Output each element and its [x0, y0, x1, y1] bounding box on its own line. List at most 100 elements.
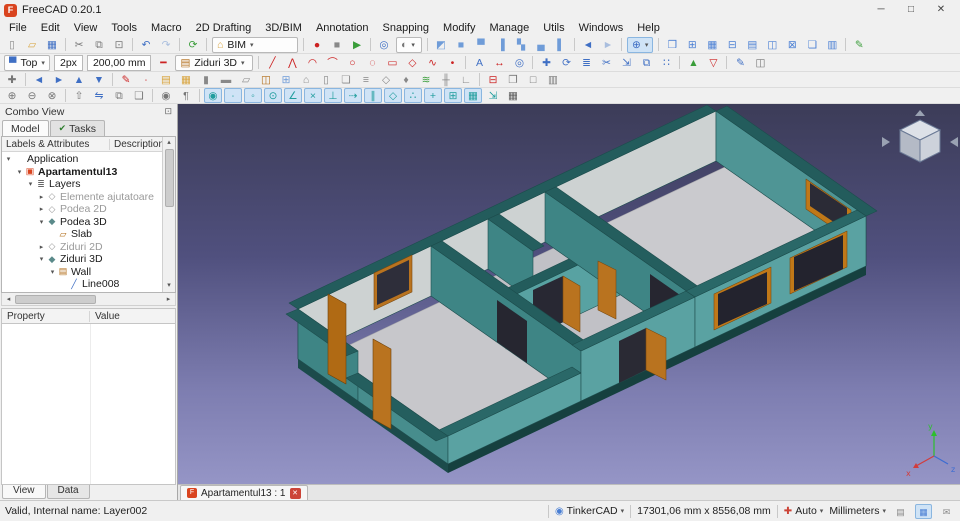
bim-pipe-icon[interactable]: ╫	[437, 72, 455, 87]
draft-point-icon[interactable]: •	[443, 55, 461, 70]
expander-open-icon[interactable]: ▾	[4, 155, 13, 163]
menu-3d-bim[interactable]: 3D/BIM	[258, 22, 309, 34]
snap-mode-selector[interactable]: ✚ Auto ▾	[784, 505, 824, 517]
draft-line-icon[interactable]: ╱	[263, 55, 281, 70]
annotation-styles-icon[interactable]: ¶	[177, 88, 195, 103]
bim-roof-icon[interactable]: ⌂	[297, 72, 315, 87]
close-button[interactable]: ✕	[926, 0, 956, 20]
bim-drawing-view-icon[interactable]: ❐	[504, 72, 522, 87]
redo-icon[interactable]: ↷	[157, 37, 175, 52]
expander-closed-icon[interactable]: ▸	[37, 243, 46, 251]
macro-record-icon[interactable]: ●	[308, 37, 326, 52]
scroll-up-icon[interactable]: ▴	[167, 137, 171, 149]
workbench-selector[interactable]: ⌂ BIM ▾	[212, 36, 298, 53]
units-selector[interactable]: Millimeters ▾	[829, 505, 886, 517]
sketch-edit-icon[interactable]: ✎	[850, 37, 868, 52]
document-tab[interactable]: F Apartamentul13 : 1 ✕	[180, 485, 308, 500]
snap-endpoint-icon[interactable]: ∙	[224, 88, 242, 103]
bim-levels-icon[interactable]: ⊞	[683, 37, 701, 52]
open-file-icon[interactable]: ▱	[23, 37, 41, 52]
working-plane-proxy-icon[interactable]: ◫	[751, 55, 769, 70]
bim-material-icon[interactable]: ◫	[763, 37, 781, 52]
bim-curtain-wall-icon[interactable]: ▦	[177, 72, 195, 87]
nudge-right-icon[interactable]: ►	[50, 72, 68, 87]
tree-item-apartamentul13[interactable]: ▾ ▣ Apartamentul13	[2, 166, 175, 179]
menu-annotation[interactable]: Annotation	[309, 22, 376, 34]
menu-view[interactable]: View	[67, 22, 105, 34]
tree-item-line008[interactable]: ╱ Line008	[2, 278, 175, 291]
scroll-left-icon[interactable]: ◂	[2, 295, 15, 303]
snap-grid-icon[interactable]: ⊞	[444, 88, 462, 103]
bim-section-plane-icon[interactable]: ⊟	[484, 72, 502, 87]
3d-view-canvas[interactable]: y x z	[178, 104, 960, 484]
expander-open-icon[interactable]: ▾	[26, 180, 35, 188]
bim-equipment-icon[interactable]: ♦	[397, 72, 415, 87]
scroll-right-icon[interactable]: ▸	[162, 295, 175, 303]
report-view-toggle-icon[interactable]: ▤	[892, 504, 909, 519]
fit-all-icon[interactable]: ◎	[375, 37, 393, 52]
menu-file[interactable]: File	[2, 22, 34, 34]
view-top-icon[interactable]: ▀	[472, 37, 490, 52]
minimize-button[interactable]: ─	[866, 0, 896, 20]
tree-item-slab[interactable]: ▱ Slab	[2, 228, 175, 241]
draft-offset-icon[interactable]: ≣	[577, 55, 595, 70]
copy-icon[interactable]: ⧉	[90, 37, 108, 52]
snap-near-icon[interactable]: ∴	[404, 88, 422, 103]
expander-open-icon[interactable]: ▾	[15, 168, 24, 176]
tab-model[interactable]: Model	[2, 120, 49, 136]
dimension-chip[interactable]: 200,00 mm	[86, 54, 152, 71]
boolean-intersection-icon[interactable]: ⊗	[43, 88, 61, 103]
tree-item-ziduri-2d[interactable]: ▸ ◇ Ziduri 2D	[2, 241, 175, 254]
tree-item-wall[interactable]: ▾ ▤ Wall	[2, 266, 175, 279]
draft-rotate-icon[interactable]: ⟳	[557, 55, 575, 70]
undo-icon[interactable]: ↶	[137, 37, 155, 52]
bim-wall-icon[interactable]: ▤	[157, 72, 175, 87]
3d-viewport[interactable]: y x z	[178, 104, 960, 484]
navigation-cube[interactable]	[882, 110, 958, 163]
view-bottom-icon[interactable]: ▄	[532, 37, 550, 52]
macro-stop-icon[interactable]: ■	[328, 37, 346, 52]
bim-stairs-icon[interactable]: ∟	[457, 72, 475, 87]
dock-float-icon[interactable]: ⊡	[164, 106, 172, 117]
snap-dimensions-icon[interactable]: ⇲	[484, 88, 502, 103]
scroll-down-icon[interactable]: ▾	[167, 280, 171, 292]
compound-icon[interactable]: ❑	[130, 88, 148, 103]
tree-item-podea-2d[interactable]: ▸ ◇ Podea 2D	[2, 203, 175, 216]
view-right-icon[interactable]: ▐	[492, 37, 510, 52]
toggle-grid-icon[interactable]: ▦	[504, 88, 522, 103]
draft-clone-icon[interactable]: ⧉	[637, 55, 655, 70]
bim-frame-icon[interactable]: ❏	[337, 72, 355, 87]
draft-move-icon[interactable]: ✚	[537, 55, 555, 70]
bim-slab-icon[interactable]: ▱	[237, 72, 255, 87]
tree-item-podea-3d[interactable]: ▾ ◆ Podea 3D	[2, 216, 175, 229]
draft-polyline-icon[interactable]: ⋀	[283, 55, 301, 70]
navigation-style-selector[interactable]: ◉ TinkerCAD ▾	[555, 505, 624, 517]
new-file-icon[interactable]: ▯	[3, 37, 21, 52]
snap-working-plane-icon[interactable]: ▦	[464, 88, 482, 103]
expander-closed-icon[interactable]: ▸	[37, 205, 46, 213]
draft-text-icon[interactable]: A	[470, 55, 488, 70]
scrollbar-thumb[interactable]	[164, 149, 174, 207]
draft-dimension-icon[interactable]: ↔	[490, 55, 508, 70]
draft-scale-icon[interactable]: ⇲	[617, 55, 635, 70]
draft-upgrade-icon[interactable]: ▲	[684, 55, 702, 70]
draft-label-icon[interactable]: ◎	[510, 55, 528, 70]
working-plane-top[interactable]: ▀ Top ▾	[4, 54, 50, 71]
snap-ortho-icon[interactable]: +	[424, 88, 442, 103]
bim-grid-icon[interactable]: ▦	[703, 37, 721, 52]
tree-horizontal-scrollbar[interactable]: ◂ ▸	[1, 293, 176, 306]
bim-project-icon[interactable]: ❏	[803, 37, 821, 52]
view-left-icon[interactable]: ▌	[552, 37, 570, 52]
save-file-icon[interactable]: ▦	[43, 37, 61, 52]
menu-edit[interactable]: Edit	[34, 22, 67, 34]
nudge-left-icon[interactable]: ◄	[30, 72, 48, 87]
snap-angle-icon[interactable]: ∠	[284, 88, 302, 103]
bim-views-manager-icon[interactable]: ❒	[663, 37, 681, 52]
snap-center-icon[interactable]: ⊙	[264, 88, 282, 103]
active-layer-selector[interactable]: ▤ Ziduri 3D ▾	[175, 54, 254, 71]
draft-polygon-icon[interactable]: ◇	[403, 55, 421, 70]
snap-midpoint-icon[interactable]: ◦	[244, 88, 262, 103]
bim-fence-icon[interactable]: ≡	[357, 72, 375, 87]
nav-forward-icon[interactable]: ►	[599, 37, 617, 52]
menu-help[interactable]: Help	[630, 22, 667, 34]
